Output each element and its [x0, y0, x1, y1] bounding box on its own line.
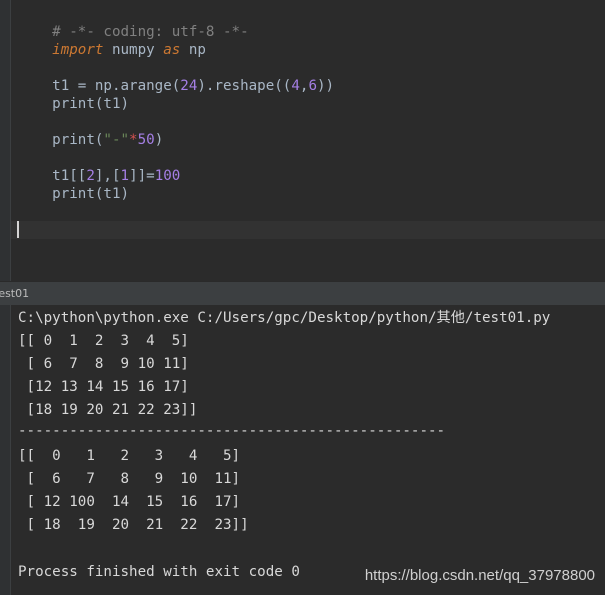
console-output-line: [ 18 19 20 21 22 23]]: [18, 517, 249, 533]
code-token: ): [154, 132, 164, 148]
code-line-9: t1[[2],[1]]=100: [18, 149, 180, 184]
number-literal: 6: [308, 78, 317, 94]
editor-gutter: [0, 0, 11, 281]
code-line-4: t1 = np.arange(24).reshape((4,6)): [18, 59, 334, 94]
code-editor[interactable]: # -*- coding: utf-8 -*- import numpy as …: [0, 0, 605, 281]
console-gutter: [0, 305, 11, 595]
run-tab-test01[interactable]: test01: [0, 286, 29, 302]
as-keyword: as: [163, 42, 181, 58]
console-output-line: [12 13 14 15 16 17]: [18, 379, 189, 395]
current-line-highlight: [11, 221, 605, 239]
print-call: print(t1): [52, 186, 130, 202]
number-literal: 50: [137, 132, 155, 148]
number-literal: 4: [291, 78, 300, 94]
code-line-2: import numpy as np: [18, 23, 206, 58]
number-literal: 24: [180, 78, 198, 94]
code-token: )): [317, 78, 335, 94]
code-line-10: print(t1): [18, 167, 129, 202]
console-output-line: [ 6 7 8 9 10 11]: [18, 356, 189, 372]
operator: *: [129, 132, 138, 148]
code-token: ).reshape((: [197, 78, 292, 94]
code-line-1: # -*- coding: utf-8 -*-: [18, 5, 248, 40]
console-output-line: [ 12 100 14 15 16 17]: [18, 494, 241, 510]
text-caret: [17, 221, 19, 238]
print-call: print(t1): [52, 96, 130, 112]
code-line-5: print(t1): [18, 77, 129, 112]
run-panel-header: test01: [0, 281, 605, 306]
run-console[interactable]: C:\python\python.exe C:/Users/gpc/Deskto…: [0, 305, 605, 595]
code-line-7: print("-"*50): [18, 113, 163, 148]
string-literal: "-": [103, 132, 130, 148]
console-output-line: [[ 0 1 2 3 4 5]: [18, 333, 189, 349]
console-output-line: [[ 0 1 2 3 4 5]: [18, 448, 241, 464]
code-token: print(: [52, 132, 104, 148]
console-separator-line: ----------------------------------------…: [18, 423, 446, 439]
console-output-line: [ 6 7 8 9 10 11]: [18, 471, 241, 487]
module-name: numpy: [103, 42, 164, 58]
console-output-line: [18 19 20 21 22 23]]: [18, 402, 198, 418]
watermark-text: https://blog.csdn.net/qq_37978800: [364, 567, 595, 584]
process-finished-message: Process finished with exit code 0: [18, 564, 300, 580]
module-alias: np: [180, 42, 206, 58]
number-literal: 100: [154, 168, 181, 184]
code-token: ]]=: [129, 168, 155, 184]
import-keyword: import: [52, 42, 104, 58]
console-command-line: C:\python\python.exe C:/Users/gpc/Deskto…: [18, 310, 551, 326]
